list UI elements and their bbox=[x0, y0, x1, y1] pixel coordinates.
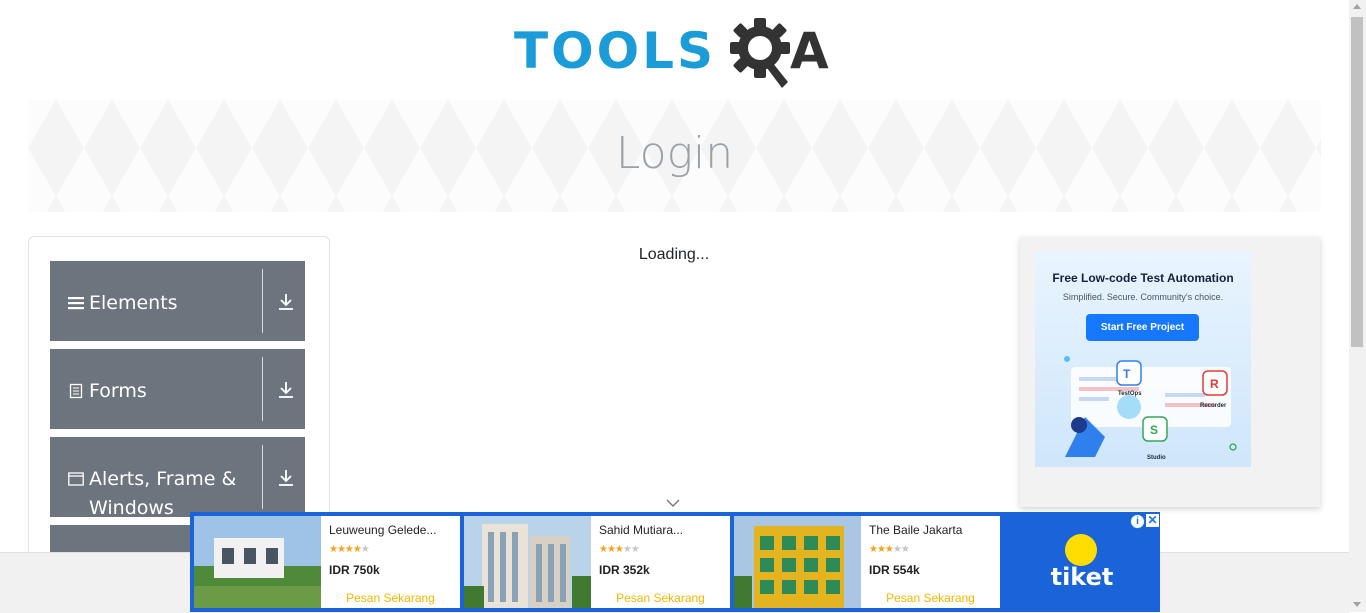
document-icon bbox=[69, 383, 83, 399]
page-title: Login bbox=[615, 128, 734, 179]
book-now-link[interactable]: Pesan Sekarang bbox=[861, 591, 1000, 605]
hotel-name: The Baile Jakarta bbox=[869, 523, 963, 537]
bottom-advertisement[interactable]: Leuweung Gelede... ★★★★★ IDR 750k Pesan … bbox=[190, 512, 1160, 612]
scrollbar-thumb[interactable] bbox=[1351, 17, 1363, 347]
page-banner: Login bbox=[28, 100, 1321, 212]
svg-text:R: R bbox=[1210, 377, 1219, 391]
gear-magnifier-icon bbox=[730, 18, 790, 88]
sidebar-group-label: Forms bbox=[89, 380, 147, 402]
scroll-up-arrow-icon[interactable] bbox=[1353, 4, 1361, 9]
tiket-logo[interactable]: tiket bbox=[1035, 563, 1129, 591]
sidebar-group-elements[interactable]: Elements bbox=[50, 261, 305, 341]
book-now-link[interactable]: Pesan Sekarang bbox=[321, 591, 460, 605]
loading-text: Loading... bbox=[638, 246, 710, 263]
logo-text-tools: TOOLS bbox=[514, 22, 716, 80]
product-label: TestOps bbox=[1118, 391, 1142, 397]
start-free-project-button[interactable]: Start Free Project bbox=[1086, 314, 1199, 341]
download-arrow-icon[interactable] bbox=[277, 381, 295, 399]
sidebar-group-alerts-frame-windows[interactable]: Alerts, Frame & Windows bbox=[50, 437, 305, 519]
hotel-photo bbox=[734, 516, 861, 608]
divider bbox=[262, 357, 263, 421]
hotel-rating-stars: ★★★★★ bbox=[599, 544, 640, 555]
hotel-rating-stars: ★★★★★ bbox=[329, 544, 370, 555]
close-icon[interactable]: ✕ bbox=[1146, 514, 1159, 527]
hamburger-icon bbox=[68, 297, 84, 310]
hotel-card[interactable]: Leuweung Gelede... ★★★★★ IDR 750k Pesan … bbox=[194, 516, 460, 608]
hotel-card[interactable]: Sahid Mutiara... ★★★★★ IDR 352k Pesan Se… bbox=[464, 516, 730, 608]
sidebar-group-label: Elements bbox=[89, 292, 178, 314]
window-icon bbox=[68, 472, 84, 486]
product-label: Studio bbox=[1147, 455, 1166, 461]
divider bbox=[262, 269, 263, 333]
download-arrow-icon[interactable] bbox=[277, 293, 295, 311]
hotel-price: IDR 750k bbox=[329, 563, 380, 577]
tiket-logo-sun bbox=[1065, 534, 1097, 566]
hotel-price: IDR 554k bbox=[869, 563, 920, 577]
ad-subline: Simplified. Secure. Community's choice. bbox=[1062, 292, 1224, 302]
ad-card[interactable]: Free Low-code Test Automation Simplified… bbox=[1035, 251, 1251, 467]
book-now-link[interactable]: Pesan Sekarang bbox=[591, 591, 730, 605]
divider bbox=[262, 445, 263, 509]
ad-headline: Free Low-code Test Automation bbox=[1052, 271, 1234, 285]
sidebar-group-forms[interactable]: Forms bbox=[50, 349, 305, 429]
product-label: Recorder bbox=[1200, 403, 1227, 409]
right-advertisement[interactable]: Free Low-code Test Automation Simplified… bbox=[1020, 237, 1320, 507]
hotel-photo bbox=[194, 516, 321, 608]
download-arrow-icon[interactable] bbox=[277, 469, 295, 487]
logo-text-a: A bbox=[790, 22, 829, 80]
hotel-name: Leuweung Gelede... bbox=[329, 523, 437, 537]
hotel-card[interactable]: The Baile Jakarta ★★★★★ IDR 554k Pesan S… bbox=[734, 516, 1000, 608]
svg-text:T: T bbox=[1123, 367, 1131, 381]
hotel-price: IDR 352k bbox=[599, 563, 650, 577]
svg-text:S: S bbox=[1150, 423, 1158, 437]
scroll-down-arrow-icon[interactable] bbox=[1353, 602, 1361, 607]
toolsqa-logo[interactable]: TOOLS A bbox=[514, 16, 844, 92]
info-icon[interactable]: i bbox=[1130, 514, 1145, 529]
hotel-rating-stars: ★★★★★ bbox=[869, 544, 910, 555]
chevron-down-icon[interactable] bbox=[666, 498, 680, 508]
hotel-name: Sahid Mutiara... bbox=[599, 523, 684, 537]
hotel-photo bbox=[464, 516, 591, 608]
